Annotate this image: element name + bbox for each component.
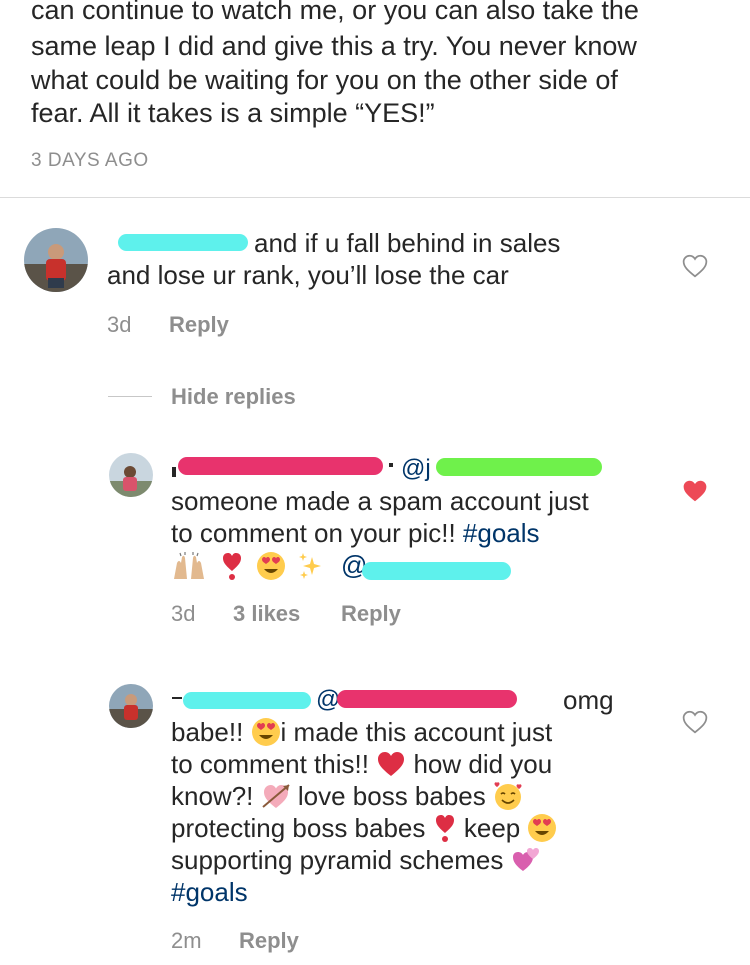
redacted-username — [178, 457, 383, 475]
red-heart-emoji-icon — [378, 752, 405, 776]
redacted-mention — [362, 562, 511, 580]
redacted-mention — [337, 690, 517, 708]
avatar-photo — [109, 453, 153, 497]
comment-text: and lose ur rank, you’ll lose the car — [107, 260, 509, 290]
avatar[interactable] — [24, 228, 88, 292]
comment-text: to comment this!! how did you — [171, 749, 553, 779]
emoji-row — [172, 549, 352, 583]
redacted-username — [183, 692, 311, 709]
exclamation-heart-emoji-icon — [435, 815, 454, 842]
hashtag-link[interactable]: #goals — [171, 876, 248, 908]
like-heart-icon[interactable] — [682, 710, 708, 734]
smiling-face-with-hearts-emoji-icon — [494, 782, 522, 810]
avatar[interactable] — [109, 684, 153, 728]
comment-text: and if u fall behind in sales — [254, 228, 561, 258]
comment-time: 3d — [171, 601, 196, 626]
comment-time: 3d — [107, 312, 132, 337]
comment-text: someone made a spam account just — [171, 486, 589, 516]
heart-eyes-emoji-icon — [251, 718, 280, 746]
raising-hands-emoji-icon — [174, 552, 204, 579]
redacted-username — [118, 234, 248, 251]
divider — [0, 197, 750, 198]
caption-line: what could be waiting for you on the oth… — [31, 65, 618, 95]
reply-button[interactable]: Reply — [239, 928, 299, 954]
comment-text: babe!! i made this account just — [171, 717, 553, 747]
comment-text: know?! love boss babes — [171, 780, 523, 812]
caption-line: same leap I did and give this a try. You… — [31, 31, 637, 61]
post-timestamp: 3 DAYS AGO — [31, 150, 149, 171]
heart-eyes-emoji-icon — [528, 814, 557, 842]
exclamation-heart-emoji-icon — [223, 553, 241, 580]
reply-button[interactable]: Reply — [341, 601, 401, 627]
caption-line: fear. All it takes is a simple “YES!” — [31, 98, 435, 128]
redacted-mention — [436, 458, 602, 476]
hide-replies-line — [108, 396, 152, 397]
caption-line: can continue to watch me, or you can als… — [31, 0, 639, 25]
heart-eyes-emoji-icon — [257, 552, 285, 580]
reply-button[interactable]: Reply — [169, 312, 229, 338]
likes-count[interactable]: 3 likes — [233, 601, 300, 627]
like-heart-icon[interactable] — [682, 254, 708, 278]
redaction-mark — [172, 467, 176, 477]
liked-heart-icon[interactable] — [682, 479, 708, 503]
redaction-mark — [389, 463, 393, 467]
avatar-photo — [24, 228, 88, 292]
comment-time: 2m — [171, 928, 202, 953]
sparkles-emoji-icon — [299, 553, 321, 579]
heart-with-arrow-emoji-icon — [261, 784, 290, 808]
mention-link[interactable]: @j — [401, 453, 431, 485]
comment-text: to comment on your pic!! #goals — [171, 518, 540, 548]
two-hearts-emoji-icon — [512, 848, 539, 871]
redaction-mark — [172, 697, 182, 699]
hide-replies-button[interactable]: Hide replies — [171, 384, 296, 410]
avatar[interactable] — [109, 453, 153, 497]
hashtag-link[interactable]: #goals — [463, 518, 540, 548]
comment-text: supporting pyramid schemes — [171, 844, 541, 876]
comment-text: omg — [563, 685, 614, 715]
avatar-photo — [109, 684, 153, 728]
comment-text: protecting boss babes keep — [171, 812, 557, 844]
